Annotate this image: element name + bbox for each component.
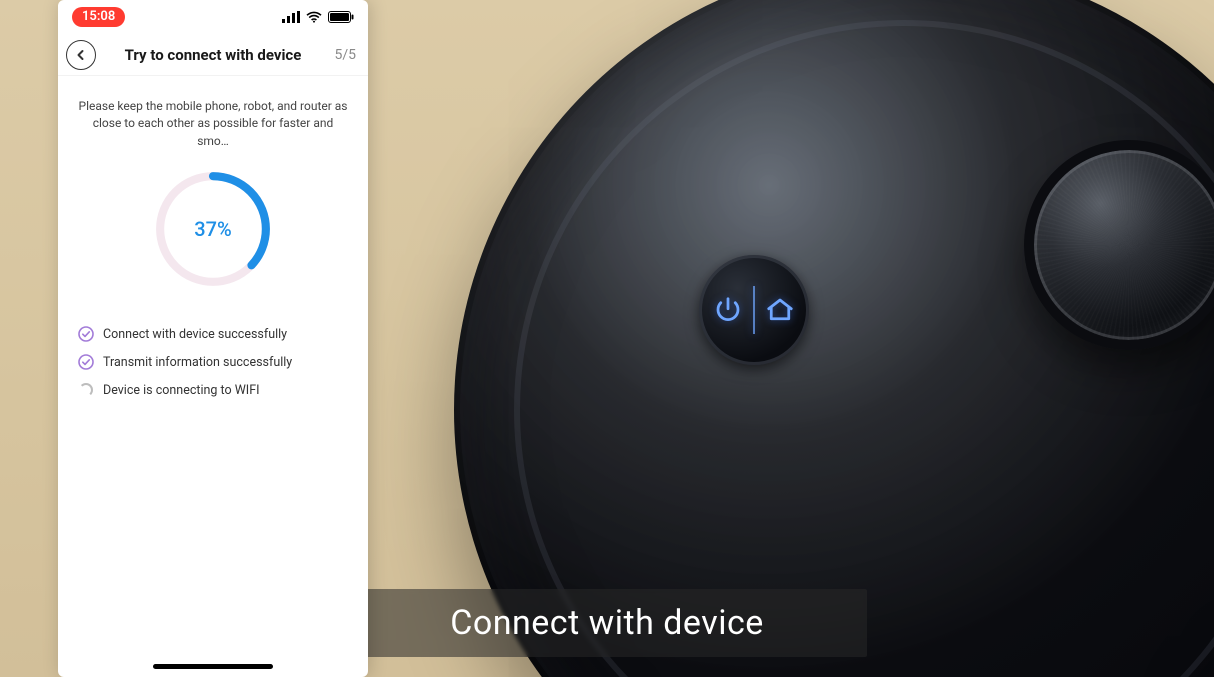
- statusbar: 15:08: [58, 0, 368, 34]
- connection-steps: Connect with device successfully Transmi…: [78, 326, 348, 398]
- statusbar-time: 15:08: [72, 7, 125, 27]
- page-title: Try to connect with device: [58, 46, 368, 64]
- cellular-icon: [282, 11, 300, 23]
- robot-lidar-dome: [1024, 140, 1214, 350]
- robot-vacuum-photo: [454, 0, 1214, 677]
- instruction-text: Please keep the mobile phone, robot, and…: [78, 98, 348, 150]
- step-label: Connect with device successfully: [103, 327, 287, 342]
- chevron-left-icon: [75, 49, 87, 61]
- step-label: Device is connecting to WIFI: [103, 383, 260, 398]
- robot-control-button: [699, 255, 809, 365]
- scene: Connect with device 15:08: [0, 0, 1214, 677]
- home-indicator[interactable]: [153, 664, 273, 669]
- home-icon: [765, 295, 795, 325]
- step-row: Device is connecting to WIFI: [78, 382, 348, 398]
- wizard-step-indicator: 5/5: [334, 47, 356, 63]
- progress-ring: 37%: [152, 168, 274, 290]
- wifi-icon: [306, 11, 322, 23]
- step-label: Transmit information successfully: [103, 355, 292, 370]
- power-icon: [713, 295, 743, 325]
- step-row: Transmit information successfully: [78, 354, 348, 370]
- progress-percent-label: 37%: [152, 168, 274, 290]
- loading-spinner-icon: [78, 382, 94, 398]
- check-icon: [78, 354, 94, 370]
- back-button[interactable]: [66, 40, 96, 70]
- battery-icon: [328, 11, 354, 23]
- check-icon: [78, 326, 94, 342]
- navbar: Try to connect with device 5/5: [58, 34, 368, 76]
- video-caption: Connect with device: [347, 589, 867, 657]
- step-row: Connect with device successfully: [78, 326, 348, 342]
- phone-mockup: 15:08: [58, 0, 368, 677]
